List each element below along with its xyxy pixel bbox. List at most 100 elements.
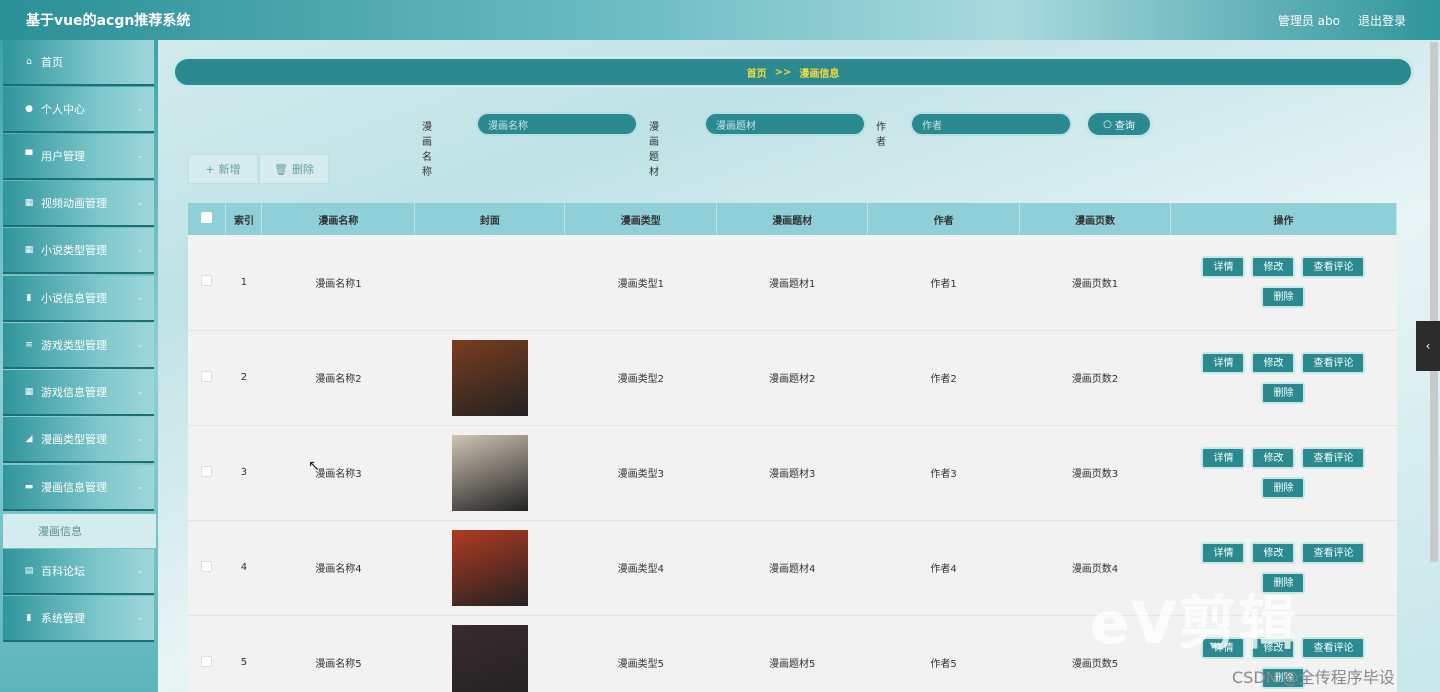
clipboard-icon: ▮ bbox=[26, 293, 32, 303]
cell-name: 漫画名称2 bbox=[261, 330, 415, 426]
row-select-cell[interactable] bbox=[188, 235, 226, 331]
sidebar-item-2[interactable]: ▀ 用户管理 ⌄ bbox=[3, 134, 154, 180]
comments-button[interactable]: 查看评论 bbox=[1301, 351, 1366, 374]
delete-button[interactable]: 删除 bbox=[1261, 476, 1306, 499]
collapse-panel-tab[interactable]: ‹ bbox=[1416, 321, 1440, 371]
sidebar-item-label: 百科论坛 bbox=[41, 565, 85, 578]
forum-icon: ▤ bbox=[24, 566, 34, 576]
sidebar-item-label: 个人中心 bbox=[41, 103, 85, 116]
select-all-cell[interactable] bbox=[188, 203, 227, 235]
row-select-cell[interactable] bbox=[188, 520, 226, 616]
detail-button[interactable]: 详情 bbox=[1201, 256, 1246, 279]
sidebar-item-6[interactable]: ≡ 游戏类型管理 ⌄ bbox=[3, 323, 154, 369]
chevron-down-icon: ⌄ bbox=[136, 482, 144, 492]
add-button[interactable]: + 新增 bbox=[188, 154, 258, 184]
cell-subject: 漫画题材3 bbox=[716, 425, 868, 521]
sidebar-item-10[interactable]: ▤ 百科论坛 ⌄ bbox=[3, 549, 154, 595]
author-search-input[interactable]: 作者 bbox=[910, 112, 1072, 136]
cell-subject: 漫画题材2 bbox=[716, 330, 868, 426]
detail-button[interactable]: 详情 bbox=[1201, 351, 1246, 374]
cell-subject: 漫画题材4 bbox=[716, 520, 868, 616]
row-checkbox[interactable] bbox=[201, 275, 213, 287]
monitor-icon: ▀ bbox=[25, 151, 33, 161]
row-checkbox[interactable] bbox=[201, 465, 213, 477]
column-header: 索引 bbox=[225, 203, 263, 235]
row-select-cell[interactable] bbox=[188, 330, 226, 426]
name-search-input[interactable]: 漫画名称 bbox=[476, 112, 638, 136]
cell-pages: 漫画页数2 bbox=[1019, 330, 1171, 426]
row-checkbox[interactable] bbox=[201, 655, 213, 667]
cell-name: 漫画名称1 bbox=[261, 235, 415, 331]
cell-pages: 漫画页数3 bbox=[1019, 425, 1171, 521]
sidebar-item-1[interactable]: ● 个人中心 ⌄ bbox=[3, 87, 154, 133]
delete-button[interactable]: 删除 bbox=[1261, 286, 1306, 309]
edit-button[interactable]: 修改 bbox=[1251, 351, 1296, 374]
row-actions-cell: 详情 修改 查看评论删除 bbox=[1170, 330, 1397, 426]
grid-icon: ▦ bbox=[24, 198, 34, 208]
chevron-down-icon: ⌄ bbox=[136, 293, 144, 303]
name-search-label: 漫画名称 bbox=[422, 122, 432, 178]
grid-icon: ▦ bbox=[24, 245, 34, 255]
select-all-checkbox[interactable] bbox=[201, 212, 213, 223]
edit-button[interactable]: 修改 bbox=[1251, 446, 1296, 469]
edit-button[interactable]: 修改 bbox=[1251, 256, 1296, 279]
row-select-cell[interactable] bbox=[188, 425, 226, 521]
cell-author: 作者4 bbox=[867, 520, 1020, 616]
cell-name: 漫画名称4 bbox=[261, 520, 415, 616]
row-checkbox[interactable] bbox=[201, 560, 213, 572]
sidebar-item-label: 小说类型管理 bbox=[41, 244, 107, 257]
delete-button[interactable]: 删除 bbox=[1261, 381, 1306, 404]
sidebar-item-label: 小说信息管理 bbox=[41, 292, 107, 305]
sidebar-item-label: 漫画信息管理 bbox=[41, 481, 107, 494]
detail-button[interactable]: 详情 bbox=[1201, 446, 1246, 469]
chevron-down-icon: ⌄ bbox=[136, 387, 144, 397]
sidebar-item-4[interactable]: ▦ 小说类型管理 ⌄ bbox=[3, 228, 154, 274]
bulk-delete-button[interactable]: 🗑 删除 bbox=[259, 154, 329, 184]
query-button-label: 查询 bbox=[1114, 120, 1135, 132]
comments-button[interactable]: 查看评论 bbox=[1301, 541, 1366, 564]
csdn-watermark: CSDN @全传程序毕设 bbox=[1232, 668, 1395, 687]
comments-button[interactable]: 查看评论 bbox=[1301, 446, 1366, 469]
plus-icon: + bbox=[205, 162, 215, 176]
cell-type: 漫画类型1 bbox=[564, 235, 717, 331]
sidebar-item-0[interactable]: ⌂ 首页 bbox=[3, 40, 154, 86]
cell-subject: 漫画题材5 bbox=[716, 615, 868, 692]
row-select-cell[interactable] bbox=[188, 615, 226, 692]
cover-image bbox=[451, 434, 528, 511]
cell-index: 2 bbox=[225, 330, 262, 426]
logout-link[interactable]: 退出登录 bbox=[1358, 12, 1406, 29]
mouse-cursor-icon: ↖ bbox=[308, 458, 320, 474]
sidebar-item-9[interactable]: ▬ 漫画信息管理 ⌄ bbox=[3, 465, 154, 511]
cover-image bbox=[451, 624, 528, 692]
list-icon: ≡ bbox=[25, 340, 33, 350]
cell-index: 1 bbox=[225, 235, 262, 331]
sidebar-item-5[interactable]: ▮ 小说信息管理 ⌄ bbox=[3, 276, 154, 322]
table-row: 3 漫画名称3 漫画类型3 漫画题材3 作者3 漫画页数3 详情 修改 查看评论删除 bbox=[188, 425, 1397, 521]
breadcrumb-separator: >> bbox=[774, 66, 792, 78]
sidebar-item-8[interactable]: ◢ 漫画类型管理 ⌄ bbox=[3, 417, 154, 463]
comments-button[interactable]: 查看评论 bbox=[1301, 636, 1366, 659]
sidebar-item-11[interactable]: ▮ 系统管理 ⌄ bbox=[3, 596, 154, 642]
cover-cell bbox=[414, 235, 565, 331]
cover-image bbox=[451, 339, 528, 416]
chevron-down-icon: ⌄ bbox=[136, 198, 144, 208]
chevron-down-icon: ⌄ bbox=[136, 151, 144, 161]
column-header: 漫画题材 bbox=[716, 203, 869, 235]
comments-button[interactable]: 查看评论 bbox=[1301, 256, 1366, 279]
cell-index: 5 bbox=[225, 615, 262, 692]
sidebar-item-7[interactable]: ▦ 游戏信息管理 ⌄ bbox=[3, 370, 154, 416]
breadcrumb-home[interactable]: 首页 bbox=[747, 65, 767, 80]
query-button[interactable]: ○ 查询 bbox=[1085, 110, 1153, 138]
edit-button[interactable]: 修改 bbox=[1251, 541, 1296, 564]
bulk-delete-label: 删除 bbox=[291, 163, 314, 176]
detail-button[interactable]: 详情 bbox=[1201, 541, 1246, 564]
subject-search-label: 漫画题材 bbox=[649, 122, 659, 178]
column-header: 漫画类型 bbox=[564, 203, 718, 235]
subject-search-input[interactable]: 漫画题材 bbox=[704, 112, 866, 136]
page-scrollbar[interactable] bbox=[1430, 42, 1438, 562]
row-checkbox[interactable] bbox=[201, 370, 213, 382]
sidebar-subitem-comic-info[interactable]: 漫画信息 bbox=[3, 514, 156, 548]
cell-author: 作者5 bbox=[867, 615, 1020, 692]
breadcrumb-current: 漫画信息 bbox=[799, 68, 840, 80]
sidebar-item-3[interactable]: ▦ 视频动画管理 ⌄ bbox=[3, 181, 154, 227]
